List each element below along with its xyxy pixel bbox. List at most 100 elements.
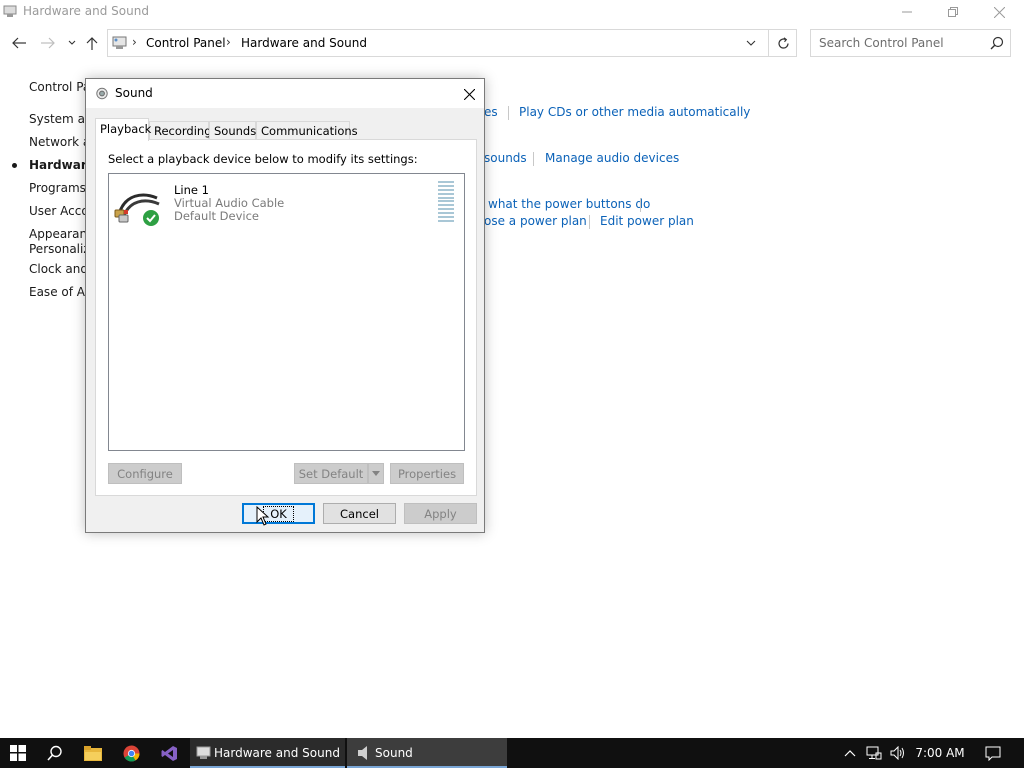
device-description: Virtual Audio Cable <box>174 196 285 210</box>
change-system-sounds-link[interactable]: sounds <box>484 151 527 165</box>
autoplay-link-partial[interactable]: es <box>484 105 498 119</box>
active-nav-indicator <box>12 163 17 168</box>
chevron-down-icon <box>372 471 380 476</box>
breadcrumb-separator-icon: › <box>132 35 137 49</box>
window-title-bar: Hardware and Sound <box>0 0 1024 24</box>
nav-personalization[interactable]: Personaliz <box>29 242 90 256</box>
search-icon <box>47 745 62 761</box>
dialog-close-button[interactable] <box>460 85 478 103</box>
volume-tray-button[interactable] <box>887 738 909 768</box>
volume-level-meter <box>438 181 454 222</box>
configure-button[interactable]: Configure <box>108 463 182 484</box>
control-panel-icon <box>3 5 17 17</box>
link-separator <box>640 198 641 212</box>
up-button[interactable] <box>82 33 102 53</box>
cancel-button[interactable]: Cancel <box>323 503 396 524</box>
breadcrumb-control-panel[interactable]: Control Panel <box>146 36 226 50</box>
restore-icon <box>948 7 958 17</box>
nav-appearance[interactable]: Appearanc <box>29 227 94 241</box>
breadcrumb-separator-icon: › <box>226 35 231 49</box>
refresh-icon <box>777 36 789 49</box>
chrome-icon <box>123 745 139 761</box>
windows-logo-icon <box>10 745 26 761</box>
chevron-up-icon <box>844 749 856 756</box>
audio-cable-icon <box>114 193 160 226</box>
address-bar[interactable]: › Control Panel › Hardware and Sound <box>107 29 797 57</box>
mouse-cursor-icon <box>256 506 270 526</box>
breadcrumb-hardware-and-sound[interactable]: Hardware and Sound <box>241 36 367 50</box>
tab-communications[interactable]: Communications <box>256 121 358 140</box>
ok-button[interactable]: OK <box>242 503 315 524</box>
nav-programs[interactable]: Programs <box>29 181 86 195</box>
taskbar-app-hardware-and-sound[interactable]: Hardware and Sound <box>190 738 345 768</box>
taskbar-clock[interactable]: 7:00 AM <box>909 738 971 768</box>
start-button[interactable] <box>0 738 36 768</box>
nav-clock-and-region[interactable]: Clock and <box>29 262 88 276</box>
search-input[interactable]: Search Control Panel <box>810 29 1011 57</box>
minimize-button[interactable] <box>884 0 930 24</box>
folder-icon <box>84 745 102 761</box>
show-hidden-icons-button[interactable] <box>840 738 860 768</box>
properties-button[interactable]: Properties <box>390 463 464 484</box>
dialog-title-bar[interactable]: Sound <box>86 79 484 108</box>
up-arrow-icon <box>86 37 98 50</box>
choose-power-plan-link[interactable]: ose a power plan <box>484 214 587 228</box>
close-icon <box>463 88 475 100</box>
link-separator <box>508 106 509 120</box>
forward-button[interactable] <box>38 33 58 53</box>
set-default-dropdown-button[interactable] <box>368 463 384 484</box>
close-button[interactable] <box>976 0 1022 24</box>
tab-playback[interactable]: Playback <box>95 118 151 141</box>
network-tray-button[interactable] <box>863 738 885 768</box>
address-dropdown-button[interactable] <box>741 33 761 53</box>
speaker-icon <box>96 87 108 100</box>
tab-sounds[interactable]: Sounds <box>209 121 256 140</box>
minimize-icon <box>902 11 912 13</box>
edit-power-plan-link[interactable]: Edit power plan <box>600 214 694 228</box>
tab-recording[interactable]: Recording <box>149 121 212 140</box>
apply-button[interactable]: Apply <box>404 503 477 524</box>
playback-tab-panel: Select a playback device below to modify… <box>95 139 477 496</box>
visual-studio-icon <box>161 745 177 761</box>
taskbar-app-label: Sound <box>375 746 413 760</box>
action-center-button[interactable] <box>979 738 1007 768</box>
file-explorer-button[interactable] <box>74 738 112 768</box>
chevron-down-icon <box>746 40 756 46</box>
back-button[interactable] <box>9 33 29 53</box>
manage-audio-devices-link[interactable]: Manage audio devices <box>545 151 679 165</box>
taskbar: Hardware and Sound Sound 7:00 AM <box>0 738 1024 768</box>
forward-arrow-icon <box>41 37 55 49</box>
dialog-title: Sound <box>115 86 153 100</box>
volume-icon <box>890 746 904 760</box>
chrome-button[interactable] <box>112 738 150 768</box>
speaker-icon <box>358 746 367 760</box>
nav-ease-of-access[interactable]: Ease of Ac <box>29 285 91 299</box>
search-button[interactable] <box>36 738 74 768</box>
control-panel-icon <box>112 36 127 49</box>
recent-locations-button[interactable] <box>62 33 82 53</box>
chevron-down-icon <box>68 40 76 45</box>
refresh-button[interactable] <box>768 30 797 56</box>
search-placeholder: Search Control Panel <box>819 36 944 50</box>
nav-system-and-security[interactable]: System an <box>29 112 93 126</box>
window-title: Hardware and Sound <box>23 4 149 18</box>
control-panel-icon <box>196 746 211 759</box>
taskbar-app-sound[interactable]: Sound <box>347 738 507 768</box>
network-icon <box>866 746 882 760</box>
set-default-button[interactable]: Set Default <box>294 463 368 484</box>
notification-icon <box>985 746 1001 761</box>
close-icon <box>993 6 1005 18</box>
sound-dialog: Sound Playback Recording Sounds Communic… <box>85 78 485 533</box>
taskbar-app-label: Hardware and Sound <box>214 746 340 760</box>
list-item[interactable]: Line 1 Virtual Audio Cable Default Devic… <box>109 174 464 230</box>
device-name: Line 1 <box>174 183 209 197</box>
link-separator <box>589 215 590 229</box>
playback-device-list[interactable]: Line 1 Virtual Audio Cable Default Devic… <box>108 173 465 451</box>
play-cds-link[interactable]: Play CDs or other media automatically <box>519 105 750 119</box>
search-icon <box>990 36 1004 50</box>
instruction-text: Select a playback device below to modify… <box>108 152 418 166</box>
nav-control-panel-home[interactable]: Control Pa <box>29 80 90 94</box>
power-buttons-link[interactable]: what the power buttons do <box>488 197 650 211</box>
visual-studio-button[interactable] <box>150 738 188 768</box>
restore-button[interactable] <box>930 0 976 24</box>
